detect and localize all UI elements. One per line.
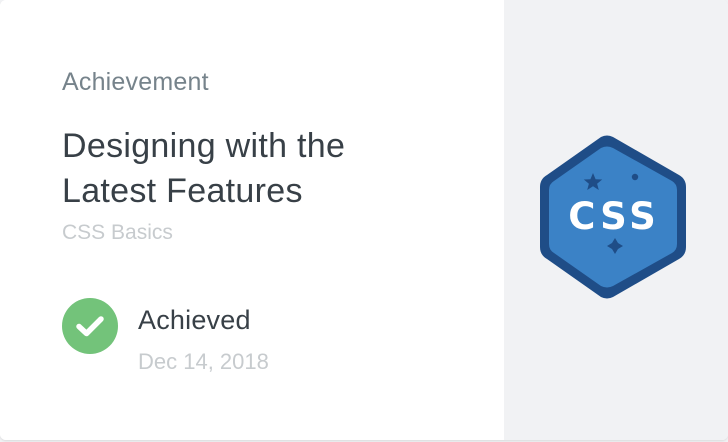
status-label: Achieved (138, 305, 251, 335)
check-icon (62, 298, 118, 354)
achievement-status: Achieved Dec 14, 2018 (62, 298, 269, 376)
achievement-label: Achievement (62, 68, 209, 96)
achievement-title: Designing with the Latest Features (62, 127, 346, 210)
badge-text: CSS (568, 195, 659, 238)
status-text-group: Achieved Dec 14, 2018 (138, 304, 269, 376)
badge-panel: CSS (504, 0, 728, 440)
achievement-card[interactable]: Achievement Designing with the Latest Fe… (0, 0, 728, 440)
achievement-details: Achievement Designing with the Latest Fe… (0, 0, 504, 440)
course-name: CSS Basics (62, 221, 173, 244)
dot-icon (631, 173, 639, 181)
achieved-date: Dec 14, 2018 (138, 349, 269, 374)
css-badge-icon: CSS (540, 135, 686, 299)
